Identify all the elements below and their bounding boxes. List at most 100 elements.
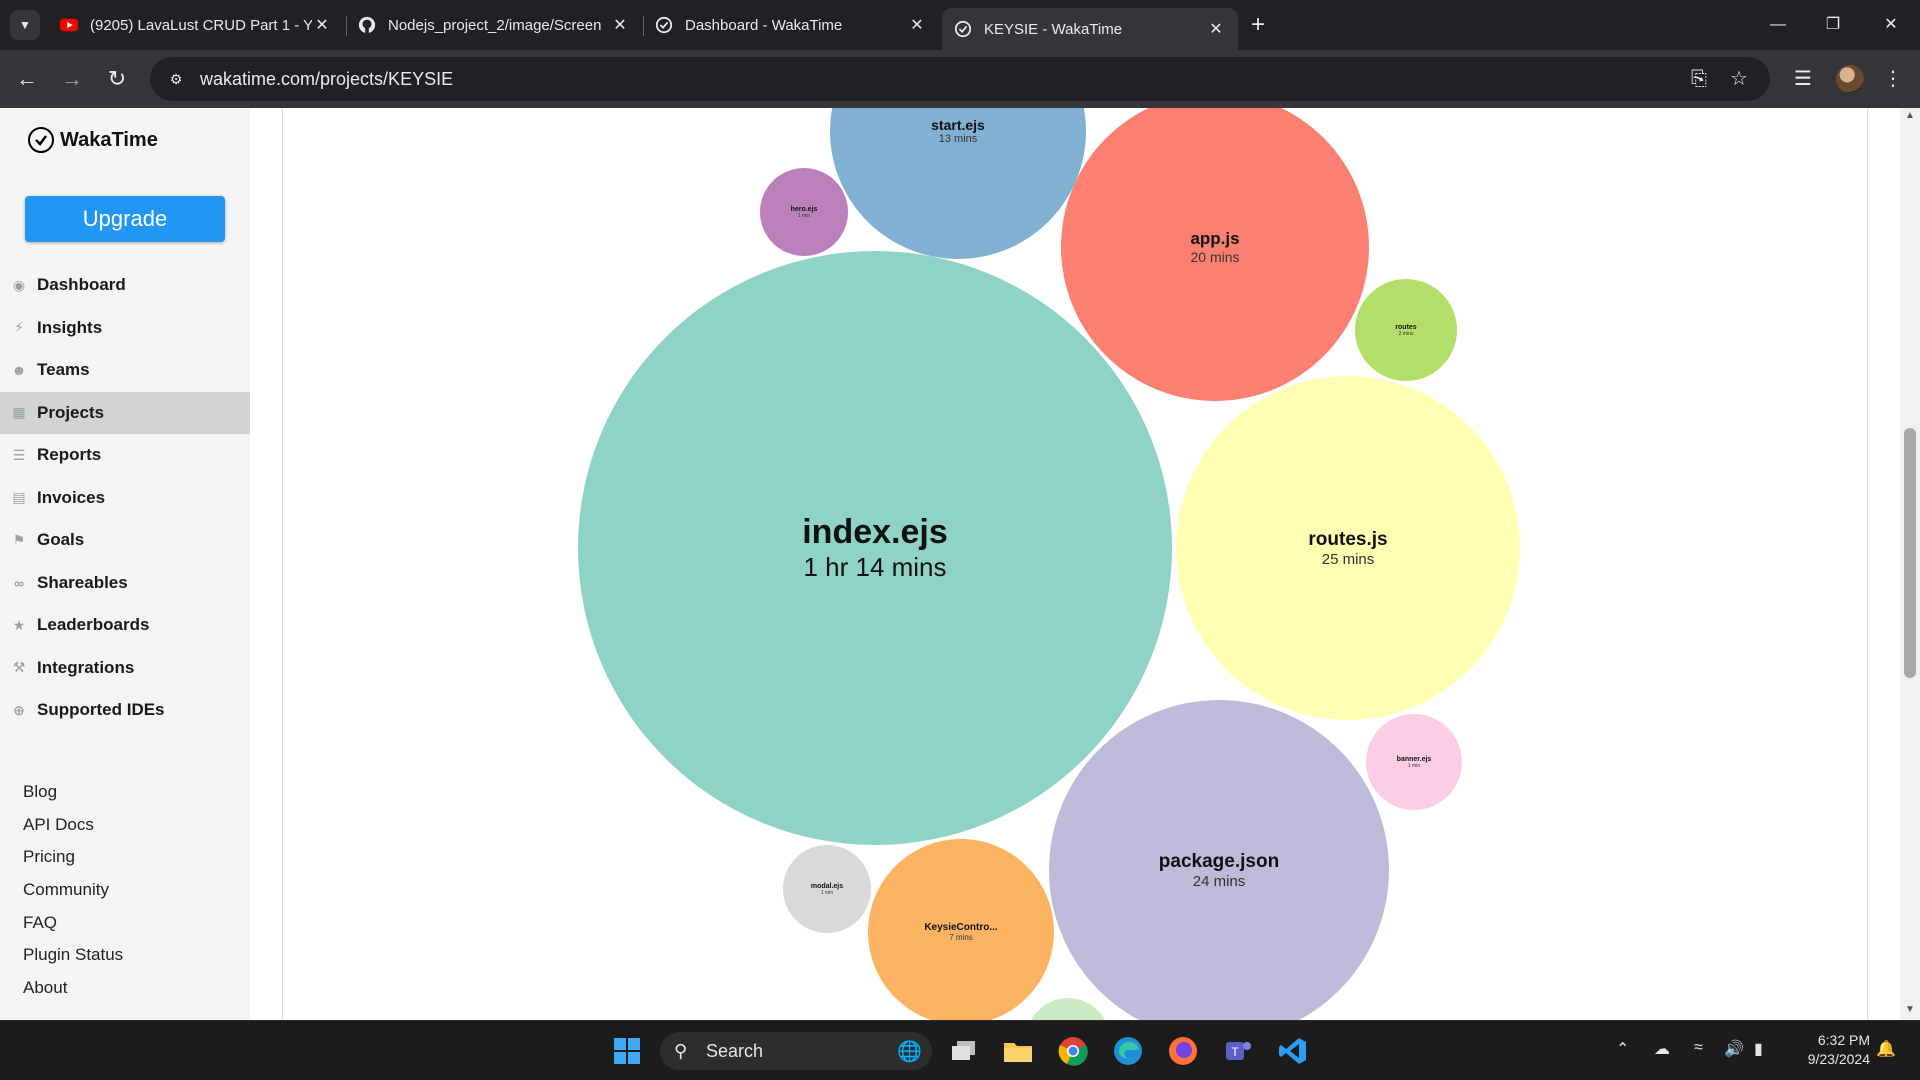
wakatime-check-icon xyxy=(28,127,54,153)
profile-avatar[interactable] xyxy=(1836,65,1864,93)
sidebar-item-goals[interactable]: ⚑ Goals xyxy=(0,519,250,562)
link-faq[interactable]: FAQ xyxy=(23,906,123,939)
notification-bell-icon[interactable]: 🔔 xyxy=(1876,1039,1896,1059)
clock-date: 9/23/2024 xyxy=(1807,1051,1870,1067)
site-settings-icon[interactable]: ⚙ xyxy=(164,67,188,91)
vscode-icon[interactable] xyxy=(1275,1033,1311,1069)
wifi-icon[interactable]: ≈ xyxy=(1694,1039,1703,1057)
wakatime-logo[interactable]: WakaTime xyxy=(28,127,158,153)
taskbar-clock[interactable]: 6:32 PM 9/23/2024 xyxy=(1790,1031,1870,1069)
back-button[interactable]: ← xyxy=(12,64,42,94)
sidebar-item-integrations[interactable]: ⚒ Integrations xyxy=(0,647,250,690)
sidebar-item-dashboard[interactable]: ◉ Dashboard xyxy=(0,264,250,307)
bubble-file-time: 7 mins xyxy=(949,933,973,942)
link-api-docs[interactable]: API Docs xyxy=(23,809,123,842)
file-bubble[interactable]: banner.ejs 1 min xyxy=(1366,714,1462,810)
show-hidden-icons-icon[interactable]: ⌃ xyxy=(1616,1039,1629,1059)
bubble-file-time: 1 min xyxy=(797,212,811,219)
address-bar[interactable]: ⚙ wakatime.com/projects/KEYSIE xyxy=(150,57,1770,101)
sidebar-item-insights[interactable]: ⚡ Insights xyxy=(0,307,250,350)
bubble-file-time: 1 hr 14 mins xyxy=(803,552,947,582)
tab-title: (9205) LavaLust CRUD Part 1 - Y xyxy=(90,16,312,34)
windows-start-icon[interactable] xyxy=(609,1033,645,1069)
svg-text:T: T xyxy=(1231,1045,1239,1059)
edge-icon[interactable] xyxy=(1110,1033,1146,1069)
file-explorer-icon[interactable] xyxy=(1000,1033,1036,1069)
youtube-icon xyxy=(60,16,78,34)
tab-title: KEYSIE - WakaTime xyxy=(984,20,1123,38)
firefox-icon[interactable] xyxy=(1165,1033,1201,1069)
close-icon: ✕ xyxy=(1884,16,1898,33)
media-controls-icon[interactable]: ☰ xyxy=(1788,64,1818,94)
sidebar-item-shareables[interactable]: ∞ Shareables xyxy=(0,562,250,605)
sidebar-item-invoices[interactable]: ▤ Invoices xyxy=(0,477,250,520)
grid-icon: ▦ xyxy=(12,404,26,421)
file-bubble[interactable]: modal.ejs 1 min xyxy=(783,845,871,933)
close-icon[interactable]: ✕ xyxy=(610,15,630,35)
file-bubble[interactable]: routes 2 mins xyxy=(1355,279,1457,381)
close-window-button[interactable]: ✕ xyxy=(1868,10,1914,40)
task-view-icon[interactable] xyxy=(946,1033,982,1069)
sidebar-item-label: Goals xyxy=(37,530,85,550)
scroll-up-arrow-icon[interactable]: ▲ xyxy=(1904,110,1916,121)
bubble-file-time: 1 min xyxy=(820,889,834,896)
close-icon[interactable]: ✕ xyxy=(907,15,927,35)
forward-button[interactable]: → xyxy=(57,64,87,94)
bubble-file-name: app.js xyxy=(1190,229,1240,248)
file-bubble[interactable]: start.ejs 13 mins xyxy=(830,108,1086,259)
restore-button[interactable]: ❐ xyxy=(1810,10,1856,40)
minimize-button[interactable]: — xyxy=(1755,10,1801,40)
sidebar-item-reports[interactable]: ☰ Reports xyxy=(0,434,250,477)
file-bubble[interactable]: hero.ejs 1 min xyxy=(760,168,848,256)
volume-icon[interactable]: 🔊 xyxy=(1724,1039,1744,1059)
close-icon[interactable]: ✕ xyxy=(312,15,332,35)
link-blog[interactable]: Blog xyxy=(23,776,123,809)
file-bubble[interactable]: package.json 24 mins xyxy=(1049,700,1389,1020)
link-about[interactable]: About xyxy=(23,972,123,1005)
github-icon xyxy=(358,16,376,34)
url-text[interactable]: wakatime.com/projects/KEYSIE xyxy=(200,69,453,90)
link-pricing[interactable]: Pricing xyxy=(23,841,123,874)
reload-button[interactable]: ↻ xyxy=(102,64,132,94)
taskbar-search-box[interactable]: ⚲ Search 🌐 xyxy=(660,1032,932,1070)
sidebar-item-teams[interactable]: ☻ Teams xyxy=(0,349,250,392)
file-bubble[interactable]: KeysieContro... 7 mins xyxy=(868,839,1054,1020)
menu-kebab-icon[interactable]: ⋮ xyxy=(1878,64,1908,94)
onedrive-cloud-icon[interactable]: ☁ xyxy=(1654,1039,1670,1059)
sidebar-item-projects[interactable]: ▦ Projects xyxy=(0,391,250,434)
link-plugin-status[interactable]: Plugin Status xyxy=(23,939,123,972)
teams-icon[interactable]: T xyxy=(1220,1033,1256,1069)
browser-tab-3[interactable]: Dashboard - WakaTime ✕ xyxy=(643,8,939,42)
browser-tab-2[interactable]: Nodejs_project_2/image/Screen ✕ xyxy=(346,8,642,42)
sidebar-nav: ◉ Dashboard ⚡ Insights ☻ Teams ▦ Project… xyxy=(0,264,250,732)
close-icon[interactable]: ✕ xyxy=(1206,19,1226,39)
browser-tab-4-active[interactable]: KEYSIE - WakaTime ✕ xyxy=(942,8,1238,50)
plus-icon: + xyxy=(1250,11,1265,38)
battery-icon[interactable]: ▮ xyxy=(1754,1039,1763,1059)
sidebar-item-label: Leaderboards xyxy=(37,615,150,635)
file-bubble[interactable]: app.js 20 mins xyxy=(1061,108,1369,401)
restore-icon: ❐ xyxy=(1825,16,1841,33)
sidebar-item-leaderboards[interactable]: ★ Leaderboards xyxy=(0,604,250,647)
file-bubble[interactable]: product.ejs xyxy=(1026,998,1110,1020)
upgrade-button[interactable]: Upgrade xyxy=(25,196,225,242)
link-community[interactable]: Community xyxy=(23,874,123,907)
file-bubble[interactable]: routes.js 25 mins xyxy=(1176,376,1520,720)
bubble-file-name: hero.ejs xyxy=(790,205,818,213)
install-app-icon[interactable]: ⎘ xyxy=(1684,64,1714,94)
scroll-down-arrow-icon[interactable]: ▼ xyxy=(1904,1004,1916,1015)
new-tab-button[interactable]: + xyxy=(1244,12,1272,40)
bubble-file-name: banner.ejs xyxy=(1396,755,1432,763)
file-bubble[interactable]: index.ejs 1 hr 14 mins xyxy=(578,251,1172,845)
tab-search-button[interactable]: ▼ xyxy=(10,10,40,40)
sidebar-item-supported-ides[interactable]: ⊕ Supported IDEs xyxy=(0,689,250,732)
report-icon: ☰ xyxy=(12,446,26,463)
sidebar-item-label: Insights xyxy=(37,317,103,337)
taskbar-search-label: Search xyxy=(706,1040,764,1061)
browser-tab-1[interactable]: (9205) LavaLust CRUD Part 1 - Y ✕ xyxy=(48,8,344,42)
page-scrollbar-thumb[interactable] xyxy=(1904,428,1916,678)
reload-icon: ↻ xyxy=(107,66,127,91)
sidebar-item-label: Integrations xyxy=(37,657,135,677)
chrome-icon[interactable] xyxy=(1055,1033,1091,1069)
bookmark-star-icon[interactable]: ☆ xyxy=(1724,64,1754,94)
